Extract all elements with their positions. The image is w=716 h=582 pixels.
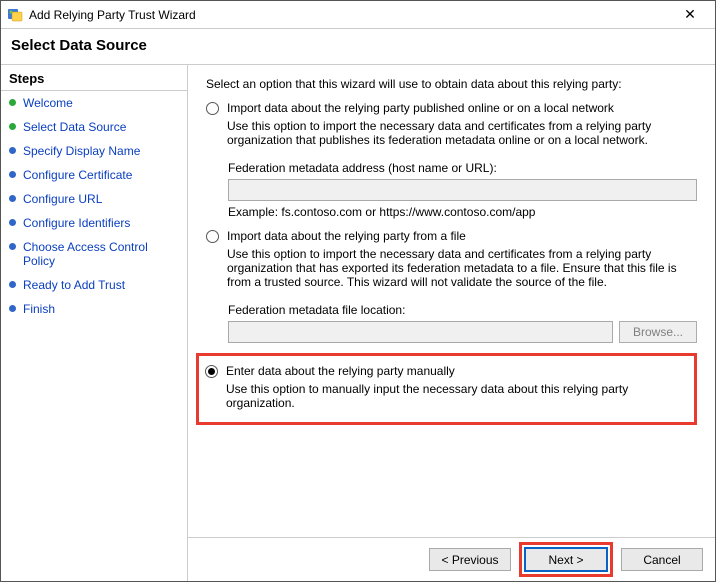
close-button[interactable]: ✕ <box>671 2 709 28</box>
next-button[interactable]: Next > <box>525 548 607 571</box>
app-icon <box>7 7 23 23</box>
intro-text: Select an option that this wizard will u… <box>206 77 697 91</box>
option-import-file: Import data about the relying party from… <box>206 229 697 343</box>
next-button-highlight: Next > <box>519 542 613 577</box>
steps-sidebar: Steps Welcome Select Data Source Specify… <box>1 65 188 581</box>
steps-header: Steps <box>1 69 187 91</box>
step-bullet-icon <box>9 281 16 288</box>
close-icon: ✕ <box>684 6 696 23</box>
option-import-online: Import data about the relying party publ… <box>206 101 697 219</box>
step-bullet-icon <box>9 123 16 130</box>
step-label: Welcome <box>23 96 179 110</box>
option-import-online-desc: Use this option to import the necessary … <box>227 119 697 147</box>
step-configure-certificate[interactable]: Configure Certificate <box>1 163 187 187</box>
step-label: Configure Certificate <box>23 168 179 182</box>
option-import-file-title: Import data about the relying party from… <box>227 229 697 243</box>
titlebar: Add Relying Party Trust Wizard ✕ <box>1 1 715 29</box>
metadata-url-input <box>228 179 697 201</box>
step-bullet-icon <box>9 243 16 250</box>
step-configure-url[interactable]: Configure URL <box>1 187 187 211</box>
radio-import-file[interactable] <box>206 230 219 243</box>
step-label: Ready to Add Trust <box>23 278 179 292</box>
previous-button[interactable]: < Previous <box>429 548 511 571</box>
step-label: Finish <box>23 302 179 316</box>
option-manual-highlight: Enter data about the relying party manua… <box>196 353 697 425</box>
step-welcome[interactable]: Welcome <box>1 91 187 115</box>
radio-import-online[interactable] <box>206 102 219 115</box>
step-bullet-icon <box>9 195 16 202</box>
radio-manual[interactable] <box>205 365 218 378</box>
window-title: Add Relying Party Trust Wizard <box>29 8 671 22</box>
step-bullet-icon <box>9 305 16 312</box>
cancel-button[interactable]: Cancel <box>621 548 703 571</box>
metadata-file-input <box>228 321 613 343</box>
metadata-url-label: Federation metadata address (host name o… <box>228 161 697 175</box>
wizard-window: Add Relying Party Trust Wizard ✕ Select … <box>0 0 716 582</box>
step-finish[interactable]: Finish <box>1 297 187 321</box>
step-bullet-icon <box>9 219 16 226</box>
step-label: Select Data Source <box>23 120 179 134</box>
option-import-online-title: Import data about the relying party publ… <box>227 101 697 115</box>
step-label: Configure URL <box>23 192 179 206</box>
metadata-file-label: Federation metadata file location: <box>228 303 697 317</box>
option-manual-title: Enter data about the relying party manua… <box>226 364 684 378</box>
step-label: Choose Access Control Policy <box>23 240 179 268</box>
step-bullet-icon <box>9 171 16 178</box>
content-area: Select an option that this wizard will u… <box>188 65 715 537</box>
option-import-file-desc: Use this option to import the necessary … <box>227 247 697 289</box>
option-manual: Enter data about the relying party manua… <box>205 364 684 410</box>
step-ready-to-add-trust[interactable]: Ready to Add Trust <box>1 273 187 297</box>
step-label: Configure Identifiers <box>23 216 179 230</box>
step-configure-identifiers[interactable]: Configure Identifiers <box>1 211 187 235</box>
step-label: Specify Display Name <box>23 144 179 158</box>
main-panel: Select an option that this wizard will u… <box>188 65 715 581</box>
step-choose-access-control-policy[interactable]: Choose Access Control Policy <box>1 235 187 273</box>
metadata-url-hint: Example: fs.contoso.com or https://www.c… <box>228 205 697 219</box>
browse-button: Browse... <box>619 321 697 343</box>
option-manual-desc: Use this option to manually input the ne… <box>226 382 684 410</box>
step-bullet-icon <box>9 99 16 106</box>
wizard-footer: < Previous Next > Cancel <box>188 537 715 581</box>
page-title: Select Data Source <box>1 29 715 65</box>
step-specify-display-name[interactable]: Specify Display Name <box>1 139 187 163</box>
step-select-data-source[interactable]: Select Data Source <box>1 115 187 139</box>
step-bullet-icon <box>9 147 16 154</box>
